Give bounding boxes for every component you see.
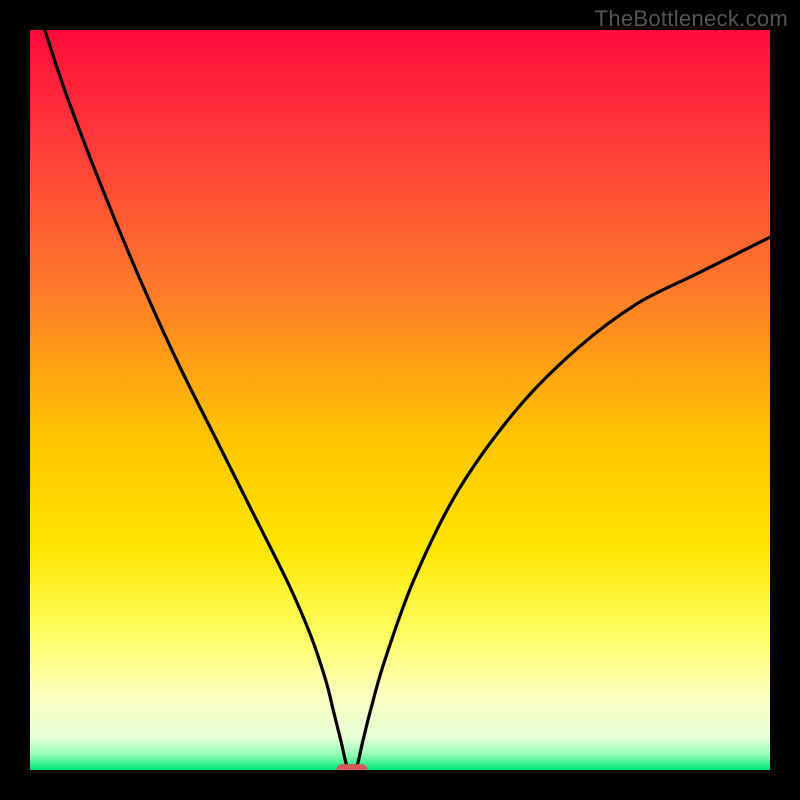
plot-area	[30, 30, 770, 770]
gradient-background	[30, 30, 770, 770]
chart-container: TheBottleneck.com	[0, 0, 800, 800]
chart-svg	[30, 30, 770, 770]
watermark-text: TheBottleneck.com	[595, 6, 788, 32]
optimal-marker	[336, 764, 367, 770]
